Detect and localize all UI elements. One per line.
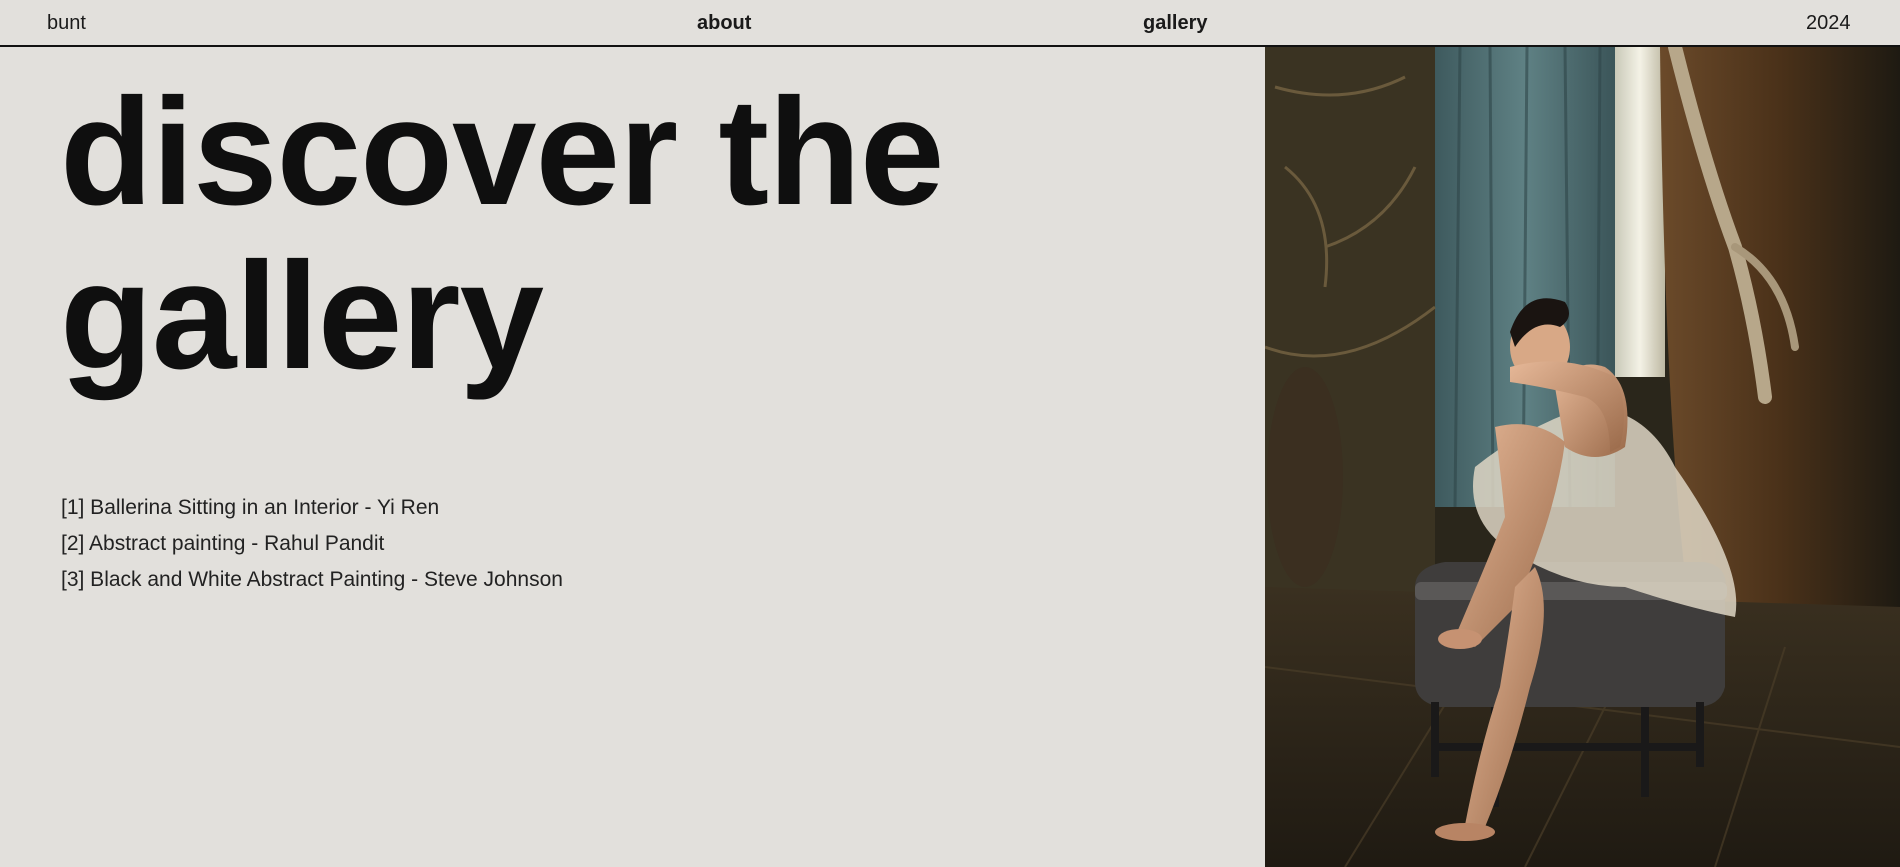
page-title: discover the gallery (60, 70, 1160, 398)
brand-link[interactable]: bunt (47, 11, 86, 35)
nav-gallery-link[interactable]: gallery (1143, 11, 1207, 35)
credit-item: [3] Black and White Abstract Painting - … (61, 568, 563, 591)
nav-about-link[interactable]: about (697, 11, 751, 35)
page-title-line-1: discover the (60, 67, 944, 237)
page-title-line-2: gallery (60, 231, 544, 401)
top-navigation: bunt about gallery 2024 (0, 0, 1900, 47)
credit-item: [1] Ballerina Sitting in an Interior - Y… (61, 496, 440, 519)
image-credits-list: [1] Ballerina Sitting in an Interior - Y… (61, 490, 563, 598)
credit-item: [2] Abstract painting - Rahul Pandit (61, 532, 385, 555)
ballerina-photo-illustration (1265, 47, 1900, 867)
featured-photo (1265, 47, 1900, 867)
year-label: 2024 (1806, 12, 1851, 34)
